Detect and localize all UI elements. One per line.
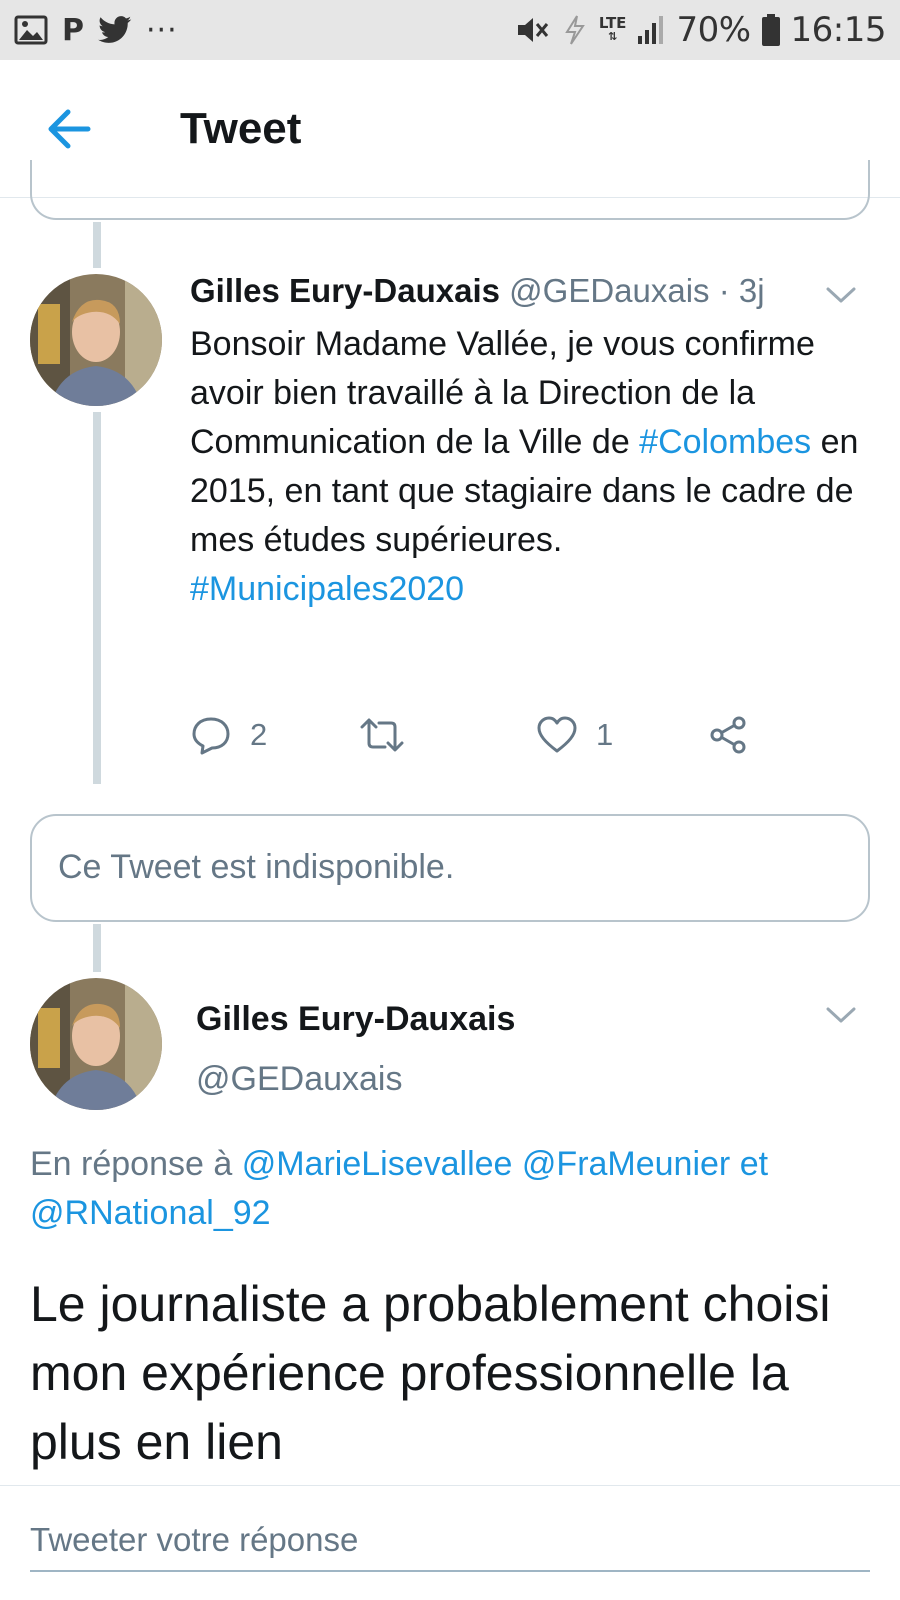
tweet-timestamp[interactable]: · 3j	[710, 272, 765, 309]
gallery-icon	[14, 15, 48, 45]
tweet-author-handle[interactable]: @GEDauxais	[509, 272, 709, 309]
avatar-photo	[30, 274, 162, 406]
chevron-down-icon[interactable]	[824, 284, 858, 306]
more-notifications-icon: ···	[146, 12, 178, 48]
like-button[interactable]: 1	[536, 710, 613, 760]
tweet-author-name[interactable]: Gilles Eury-Dauxais	[190, 272, 500, 309]
signal-icon	[638, 16, 664, 44]
reply-input[interactable]	[30, 1510, 870, 1572]
tweet-header: Gilles Eury-Dauxais @GEDauxais · 3j	[190, 272, 765, 310]
heart-icon	[537, 716, 577, 753]
reply-bar	[0, 1485, 900, 1600]
chevron-down-icon[interactable]	[824, 1004, 858, 1026]
reply-count: 2	[250, 717, 268, 752]
previous-tweet-card[interactable]	[30, 160, 870, 220]
avatar-photo	[30, 978, 162, 1110]
page-title: Tweet	[180, 104, 302, 153]
data-saver-icon	[565, 15, 585, 45]
unavailable-tweet-card: Ce Tweet est indisponible.	[30, 814, 870, 922]
twitter-icon	[98, 16, 132, 43]
status-bar: P ··· LTE ⇅ 70% 16:15	[0, 0, 900, 60]
hashtag-link[interactable]: #Colombes	[639, 423, 811, 461]
share-button[interactable]	[708, 710, 748, 760]
lte-indicator: LTE ⇅	[599, 16, 627, 44]
reply-button[interactable]: 2	[190, 710, 267, 760]
pinterest-icon: P	[62, 12, 84, 48]
mention-link[interactable]: @FraMeunier	[522, 1145, 730, 1183]
mention-link[interactable]: @MarieLisevallee	[242, 1145, 513, 1183]
avatar[interactable]	[30, 978, 162, 1110]
status-bar-notifications: P ···	[14, 10, 178, 50]
thread-line-top	[93, 222, 101, 268]
share-icon	[710, 716, 746, 754]
tweet-text: Le journaliste a probablement choisi mon…	[30, 1276, 831, 1470]
mention-link[interactable]: @RNational_92	[30, 1194, 271, 1232]
battery-icon	[761, 14, 780, 46]
hashtag-link[interactable]: #Municipales2020	[190, 570, 464, 608]
clock: 16:15	[790, 10, 887, 50]
avatar[interactable]	[30, 274, 162, 406]
tweet-text: Bonsoir Madame Vallée, je vous confirme …	[190, 320, 880, 614]
reply-prefix: En réponse à	[30, 1145, 242, 1183]
unavailable-message: Ce Tweet est indisponible.	[58, 848, 455, 886]
tweet-author-name[interactable]: Gilles Eury-Dauxais	[196, 1000, 515, 1039]
thread-line-bottom	[93, 924, 101, 972]
retweet-icon	[360, 718, 404, 752]
data-arrows-icon: ⇅	[608, 30, 618, 43]
mute-icon	[517, 18, 549, 42]
status-bar-system: LTE ⇅ 70% 16:15	[515, 10, 887, 50]
tweet-actions: 2 1	[190, 710, 810, 760]
back-button[interactable]	[44, 106, 94, 152]
reply-icon	[192, 717, 230, 755]
back-arrow-icon	[48, 109, 91, 149]
tweet-author-handle[interactable]: @GEDauxais	[196, 1060, 402, 1099]
lte-label: LTE	[598, 14, 627, 32]
reply-context: En réponse à @MarieLisevallee @FraMeunie…	[30, 1140, 870, 1238]
like-count: 1	[596, 717, 614, 752]
reply-conjunction: et	[730, 1145, 769, 1183]
retweet-button[interactable]	[358, 710, 424, 760]
thread-line-middle	[93, 412, 101, 784]
battery-percent: 70%	[676, 10, 751, 50]
